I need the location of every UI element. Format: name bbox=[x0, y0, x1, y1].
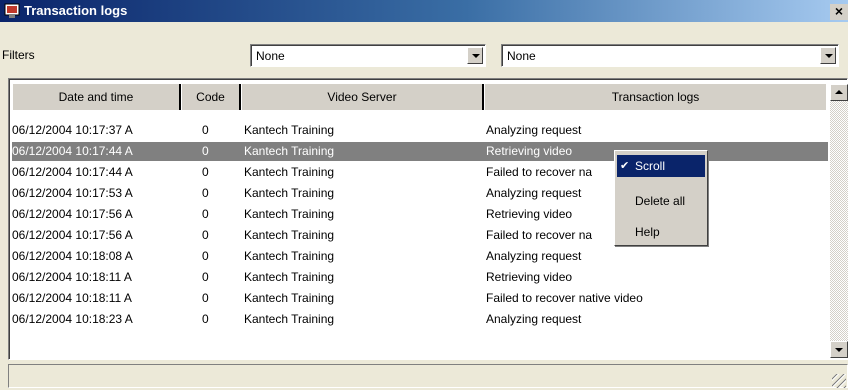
cell-video-server: Kantech Training bbox=[244, 207, 335, 221]
cell-video-server: Kantech Training bbox=[244, 228, 335, 242]
column-header-datetime[interactable]: Date and time bbox=[12, 84, 181, 110]
chevron-down-icon[interactable] bbox=[467, 47, 483, 64]
title-bar[interactable]: Transaction logs × bbox=[0, 0, 848, 22]
cell-transaction-log: Analyzing request bbox=[486, 312, 582, 326]
cell-code: 0 bbox=[202, 123, 209, 137]
transaction-logs-window: Transaction logs × Filters None None Dat… bbox=[0, 0, 848, 390]
cell-code: 0 bbox=[202, 144, 209, 158]
column-header: Date and time Code Video Server Transact… bbox=[12, 84, 826, 110]
table-row[interactable]: 06/12/2004 10:18:23 A 0 Kantech Training An… bbox=[12, 310, 828, 329]
cell-video-server: Kantech Training bbox=[244, 186, 335, 200]
filter-1-value: None bbox=[256, 49, 285, 63]
cell-code: 0 bbox=[202, 249, 209, 263]
context-menu: ✔ Scroll Delete all Help bbox=[614, 150, 708, 246]
cell-datetime: 06/12/2004 10:18:11 A bbox=[12, 291, 132, 305]
menu-item-delete-all[interactable]: Delete all bbox=[617, 190, 705, 212]
cell-video-server: Kantech Training bbox=[244, 312, 335, 326]
cell-datetime: 06/12/2004 10:18:08 A bbox=[12, 249, 133, 263]
scroll-up-button[interactable] bbox=[830, 84, 848, 101]
cell-code: 0 bbox=[202, 165, 209, 179]
scroll-down-button[interactable] bbox=[830, 341, 848, 358]
cell-video-server: Kantech Training bbox=[244, 291, 335, 305]
table-row[interactable]: 06/12/2004 10:18:11 A 0 Kantech Training Fa… bbox=[12, 289, 828, 308]
column-header-code[interactable]: Code bbox=[181, 84, 241, 110]
table-row[interactable]: 06/12/2004 10:17:37 A 0 Kantech Training An… bbox=[12, 121, 828, 140]
filter-1-select[interactable]: None bbox=[250, 44, 486, 67]
menu-item-help[interactable]: Help bbox=[617, 221, 705, 243]
cell-transaction-log: Analyzing request bbox=[486, 249, 582, 263]
checkmark-icon: ✔ bbox=[620, 160, 630, 172]
filters-label: Filters bbox=[2, 48, 35, 62]
window-title: Transaction logs bbox=[24, 3, 128, 18]
cell-datetime: 06/12/2004 10:18:11 A bbox=[12, 270, 132, 284]
menu-item-help-label: Help bbox=[635, 225, 660, 239]
cell-code: 0 bbox=[202, 270, 209, 284]
cell-video-server: Kantech Training bbox=[244, 165, 335, 179]
cell-transaction-log: Retrieving video bbox=[486, 270, 573, 284]
filter-2-select[interactable]: None bbox=[501, 44, 839, 67]
cell-code: 0 bbox=[202, 207, 209, 221]
menu-item-scroll-label: Scroll bbox=[635, 159, 666, 173]
cell-video-server: Kantech Training bbox=[244, 123, 335, 137]
vertical-scrollbar[interactable] bbox=[830, 84, 848, 358]
column-header-transaction-logs[interactable]: Transaction logs bbox=[484, 84, 826, 110]
cell-datetime: 06/12/2004 10:17:53 A bbox=[12, 186, 133, 200]
cell-datetime: 06/12/2004 10:18:23 A bbox=[12, 312, 133, 326]
filter-2-value: None bbox=[507, 49, 536, 63]
cell-datetime: 06/12/2004 10:17:44 A bbox=[12, 165, 133, 179]
table-row[interactable]: 06/12/2004 10:18:08 A 0 Kantech Training An… bbox=[12, 247, 828, 266]
resize-grip-icon[interactable] bbox=[832, 374, 846, 388]
cell-code: 0 bbox=[202, 312, 209, 326]
menu-item-scroll[interactable]: ✔ Scroll bbox=[617, 155, 705, 177]
status-bar bbox=[8, 364, 848, 388]
cell-datetime: 06/12/2004 10:17:37 A bbox=[12, 123, 133, 137]
table-row[interactable]: 06/12/2004 10:18:11 A 0 Kantech Training Re… bbox=[12, 268, 828, 287]
cell-transaction-log: Analyzing request bbox=[486, 123, 582, 137]
cell-video-server: Kantech Training bbox=[244, 144, 335, 158]
cell-datetime: 06/12/2004 10:17:56 A bbox=[12, 228, 133, 242]
cell-code: 0 bbox=[202, 186, 209, 200]
cell-datetime: 06/12/2004 10:17:44 A bbox=[12, 144, 133, 158]
column-header-video-server[interactable]: Video Server bbox=[241, 84, 484, 110]
app-icon bbox=[4, 3, 20, 18]
cell-code: 0 bbox=[202, 291, 209, 305]
chevron-down-icon[interactable] bbox=[820, 47, 836, 64]
cell-video-server: Kantech Training bbox=[244, 249, 335, 263]
cell-datetime: 06/12/2004 10:17:56 A bbox=[12, 207, 133, 221]
cell-transaction-log: Failed to recover native video bbox=[486, 291, 643, 305]
cell-code: 0 bbox=[202, 228, 209, 242]
cell-video-server: Kantech Training bbox=[244, 270, 335, 284]
menu-item-delete-all-label: Delete all bbox=[635, 194, 686, 208]
close-button[interactable]: × bbox=[830, 4, 848, 20]
